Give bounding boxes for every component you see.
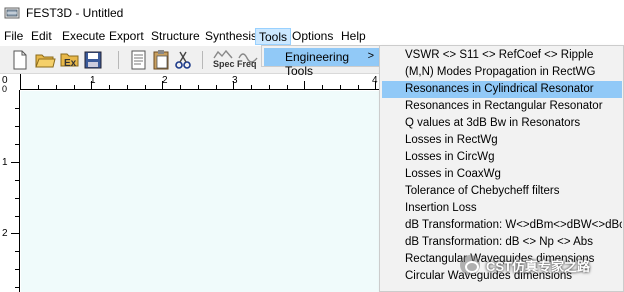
ruler-left: 0 1 2: [0, 84, 20, 292]
menu-item-db-transform-power[interactable]: dB Transformation: W<>dBm<>dBW<>dBc: [382, 217, 622, 234]
menu-options[interactable]: Options: [289, 28, 336, 45]
menu-item-rectangular-resonator[interactable]: Resonances in Rectangular Resonator: [382, 98, 622, 115]
watermark-text: CST仿真专家之路: [486, 258, 591, 274]
paste-icon[interactable]: [150, 49, 172, 71]
ruler-label: 0: [2, 84, 8, 94]
menu-synthesis[interactable]: Synthesis: [202, 28, 260, 45]
menu-item-db-transform-np[interactable]: dB Transformation: dB <> Np <> Abs: [382, 234, 622, 251]
new-file-icon[interactable]: [9, 49, 31, 71]
title-bar: FEST3D - Untitled: [0, 0, 624, 26]
menu-item-losses-rectwg[interactable]: Losses in RectWg: [382, 132, 622, 149]
menu-edit[interactable]: Edit: [28, 28, 55, 45]
freq-label: Freq: [237, 59, 257, 69]
toolbar-separator: [202, 51, 203, 69]
ruler-label: 2: [2, 228, 8, 239]
exit-label: Ex: [64, 58, 77, 69]
app-icon: [4, 7, 20, 19]
engineering-tools-label: Engineering Tools: [285, 50, 350, 78]
menu-bar: File Edit Execute Export Structure Synth…: [0, 26, 624, 46]
menu-tools[interactable]: Tools: [255, 28, 292, 45]
menu-help[interactable]: Help: [338, 28, 369, 45]
menu-structure[interactable]: Structure: [148, 28, 203, 45]
menu-item-mn-modes[interactable]: (M,N) Modes Propagation in RectWG: [382, 64, 622, 81]
toolbar-separator: [118, 51, 119, 69]
wechat-logo-icon: [460, 255, 480, 275]
menu-file[interactable]: File: [1, 28, 26, 45]
chevron-right-icon: >: [367, 50, 374, 62]
document-icon[interactable]: [128, 49, 150, 71]
menu-item-engineering-tools[interactable]: Engineering Tools >: [264, 48, 380, 78]
menu-item-q-values[interactable]: Q values at 3dB Bw in Resonators: [382, 115, 622, 132]
menu-export[interactable]: Export: [106, 28, 147, 45]
menu-item-cylindrical-resonator[interactable]: Resonances in Cylindrical Resonator: [382, 81, 622, 98]
menu-item-losses-circwg[interactable]: Losses in CircWg: [382, 149, 622, 166]
menu-item-vswr[interactable]: VSWR <> S11 <> RefCoef <> Ripple: [382, 47, 622, 64]
menu-execute[interactable]: Execute: [59, 28, 108, 45]
menu-item-chebycheff-tolerance[interactable]: Tolerance of Chebycheff filters: [382, 183, 622, 200]
window-title: FEST3D - Untitled: [26, 6, 124, 20]
spec-label: Spec: [213, 59, 235, 69]
tools-menu: Engineering Tools >: [261, 45, 383, 78]
menu-item-losses-coaxwg[interactable]: Losses in CoaxWg: [382, 166, 622, 183]
cut-icon[interactable]: [172, 49, 194, 71]
open-folder-icon[interactable]: [34, 49, 56, 71]
watermark: CST仿真专家之路: [460, 252, 590, 278]
menu-item-insertion-loss[interactable]: Insertion Loss: [382, 200, 622, 217]
ruler-label: 1: [2, 157, 8, 168]
save-icon[interactable]: [82, 49, 104, 71]
